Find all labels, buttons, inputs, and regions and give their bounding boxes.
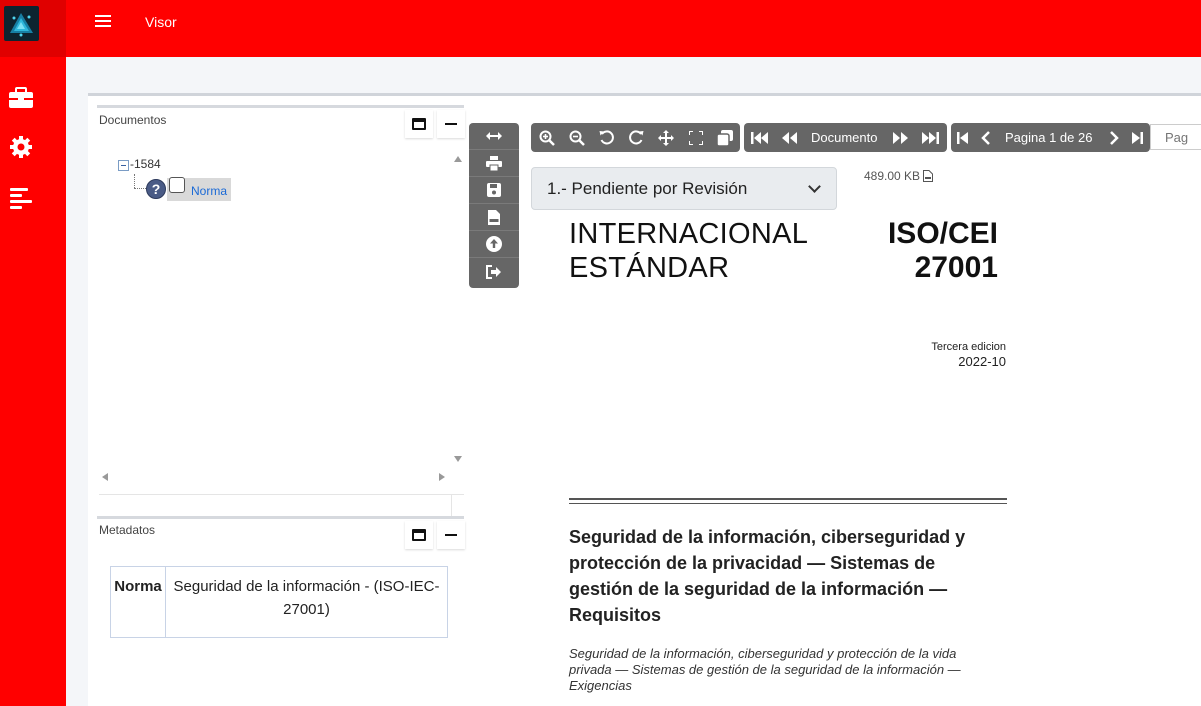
document-rule (569, 498, 1007, 504)
upload-button[interactable] (469, 231, 519, 258)
rotate-right-icon (628, 130, 643, 145)
page-nav-toolbar: Pagina 1 de 26 (951, 123, 1150, 152)
step-backward-icon (957, 131, 968, 144)
document-title-left: INTERNACIONAL ESTÁNDAR (569, 218, 809, 284)
fast-forward-icon (922, 131, 939, 144)
table-row: Norma Seguridad de la información - (ISO… (110, 566, 448, 638)
print-button[interactable] (469, 150, 519, 177)
status-select[interactable]: 1.- Pendiente por Revisión (531, 167, 837, 210)
window-icon (412, 529, 426, 541)
scroll-right-icon[interactable] (439, 473, 445, 481)
chevron-down-icon (808, 180, 821, 193)
zoom-toolbar (531, 123, 740, 152)
minus-icon (445, 123, 457, 125)
pdf-file-icon (488, 209, 500, 225)
document-year: 2022-10 (958, 354, 1006, 369)
hamburger-icon[interactable] (95, 13, 111, 31)
tree-collapse-toggle[interactable] (118, 160, 129, 171)
exit-button[interactable] (469, 258, 519, 285)
next-document-button[interactable] (885, 123, 915, 152)
expand-icon (689, 130, 703, 145)
file-size: 489.00 KB (864, 169, 934, 183)
fast-backward-icon (751, 131, 768, 144)
scroll-up-icon[interactable] (454, 156, 462, 162)
rotate-left-button[interactable] (591, 123, 621, 152)
last-document-button[interactable] (915, 123, 945, 152)
logo-area (0, 0, 66, 57)
copy-icon (717, 129, 733, 146)
document-title-right: ISO/CEI 27001 (887, 217, 998, 284)
arrows-horizontal-icon (486, 132, 502, 140)
metadata-panel-top-border (97, 516, 464, 519)
zoom-in-icon (539, 130, 555, 146)
viewer-side-toolbar (469, 123, 519, 288)
documents-horizontal-scrollbar[interactable] (99, 468, 451, 486)
window-icon (412, 118, 426, 130)
rotate-left-icon (599, 130, 614, 145)
top-bar (0, 0, 1201, 57)
forward-icon (892, 131, 908, 144)
app-logo[interactable] (4, 6, 39, 41)
align-left-icon[interactable] (8, 186, 34, 210)
documents-panel-top-border (97, 105, 464, 108)
last-page-button[interactable] (1122, 123, 1152, 152)
zoom-out-icon (569, 130, 585, 146)
metadata-minimize-button[interactable] (437, 521, 465, 549)
sidebar (0, 57, 66, 706)
minus-icon (445, 534, 457, 536)
metadata-maximize-button[interactable] (405, 521, 433, 549)
move-button[interactable] (651, 123, 681, 152)
document-nav-toolbar: Documento (744, 123, 947, 152)
sign-out-icon (486, 264, 501, 279)
panel-separator (451, 494, 452, 518)
scroll-left-icon[interactable] (102, 473, 108, 481)
tree-root-label[interactable]: -1584 (130, 157, 161, 171)
save-button[interactable] (469, 177, 519, 204)
tree-node-norma[interactable]: Norma (191, 184, 227, 198)
documents-minimize-button[interactable] (437, 110, 465, 138)
briefcase-icon[interactable] (8, 86, 34, 110)
metadata-panel-title: Metadatos (99, 523, 156, 537)
fit-width-button[interactable] (469, 123, 519, 150)
scroll-down-icon[interactable] (454, 456, 462, 462)
print-icon (486, 155, 502, 171)
fullscreen-button[interactable] (681, 123, 711, 152)
status-selected-value: 1.- Pendiente por Revisión (547, 179, 748, 198)
tree-line (134, 174, 135, 188)
save-icon (487, 183, 501, 197)
documents-panel-title: Documentos (99, 113, 167, 127)
document-edition: Tercera edicion (931, 341, 1006, 353)
tree-node-checkbox[interactable] (169, 177, 185, 193)
arrow-up-circle-icon (486, 236, 502, 252)
metadata-key: Norma (110, 566, 166, 638)
download-pdf-button[interactable] (469, 204, 519, 231)
zoom-in-button[interactable] (532, 123, 562, 152)
first-document-button[interactable] (745, 123, 775, 152)
rotate-right-button[interactable] (621, 123, 651, 152)
page-counter: Pagina 1 de 26 (1005, 130, 1093, 145)
page-number-input[interactable] (1150, 124, 1201, 150)
document-subheading: Seguridad de la información, ciberseguri… (569, 646, 961, 693)
chevron-right-icon (1110, 130, 1119, 145)
step-forward-icon (1132, 131, 1143, 144)
previous-document-button[interactable] (774, 123, 804, 152)
zoom-out-button[interactable] (562, 123, 592, 152)
document-heading: Seguridad de la información, ciberseguri… (569, 527, 966, 625)
document-label: Documento (811, 130, 878, 145)
tree-line (134, 188, 146, 189)
previous-page-button[interactable] (971, 123, 1001, 152)
documents-maximize-button[interactable] (405, 110, 433, 138)
file-icon (923, 170, 934, 182)
metadata-value: Seguridad de la información - (ISO-IEC-2… (165, 566, 448, 638)
documents-vertical-scrollbar[interactable] (450, 152, 464, 468)
help-icon[interactable]: ? (146, 179, 166, 199)
arrows-move-icon (658, 129, 674, 146)
app-title: Visor (145, 14, 177, 30)
gear-icon[interactable] (8, 135, 34, 159)
copy-button[interactable] (710, 123, 740, 152)
chevron-left-icon (981, 130, 990, 145)
panel-separator (99, 494, 464, 495)
metadata-table: Norma Seguridad de la información - (ISO… (110, 566, 448, 638)
backward-icon (781, 131, 797, 144)
